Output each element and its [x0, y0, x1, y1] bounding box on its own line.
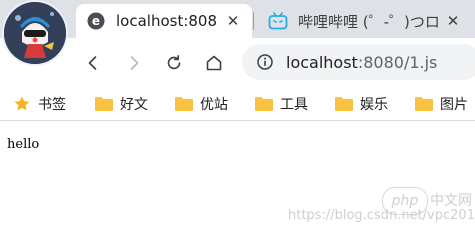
- svg-text:e: e: [92, 14, 100, 28]
- url-path: :8080/1.js: [357, 52, 438, 72]
- bookmark-label: 娱乐: [360, 97, 388, 113]
- bilibili-tv-icon: [268, 11, 288, 31]
- bookmark-label: 工具: [280, 97, 308, 113]
- edge-favicon-icon: e: [86, 11, 106, 31]
- bookmark-label: 优站: [200, 97, 228, 113]
- bookmark-folder-youzhan[interactable]: 优站: [174, 92, 228, 116]
- address-bar[interactable]: localhost:8080/1.js: [242, 44, 475, 80]
- folder-icon: [414, 96, 434, 112]
- bookmark-label: 好文: [120, 97, 148, 113]
- bookmark-folder-yule[interactable]: 娱乐: [334, 92, 388, 116]
- folder-icon: [254, 96, 274, 112]
- browser-toolbar: localhost:8080/1.js: [0, 38, 475, 88]
- url-text[interactable]: localhost:8080/1.js: [286, 53, 437, 72]
- bookmark-folder-haowen[interactable]: 好文: [94, 92, 148, 116]
- back-arrow-icon[interactable]: [80, 50, 106, 76]
- folder-icon: [334, 96, 354, 112]
- profile-avatar[interactable]: [4, 2, 66, 64]
- close-icon[interactable]: ✕: [444, 12, 462, 30]
- info-icon[interactable]: [256, 53, 274, 71]
- reload-icon[interactable]: [161, 50, 187, 76]
- home-icon[interactable]: [201, 50, 227, 76]
- watermark-site-text: 中文网: [430, 193, 472, 209]
- folder-icon: [174, 96, 194, 112]
- tab-strip: e localhost:8080/1.js ✕ 哔哩哔哩 (゜-゜)つロ 干杯~…: [0, 0, 475, 38]
- toolbar-divider: [0, 120, 475, 121]
- bookmark-folder-gongju[interactable]: 工具: [254, 92, 308, 116]
- close-icon[interactable]: ✕: [224, 12, 242, 30]
- folder-icon: [94, 96, 114, 112]
- bookmark-folder-tupian[interactable]: 图片: [414, 92, 468, 116]
- page-body-text: hello: [7, 137, 40, 152]
- tab-title: 哔哩哔哩 (゜-゜)つロ 干杯~-bilibili: [298, 12, 438, 31]
- bookmark-label: 图片: [440, 97, 468, 113]
- tab-separator: [253, 12, 254, 30]
- bookmarks-bar: 书签 好文 优站 工具 娱乐 图片: [0, 88, 475, 120]
- bookmark-shuqian[interactable]: 书签: [12, 92, 66, 116]
- forward-arrow-icon[interactable]: [121, 50, 147, 76]
- url-host: localhost: [286, 52, 358, 72]
- tab-bilibili[interactable]: 哔哩哔哩 (゜-゜)つロ 干杯~-bilibili ✕: [258, 4, 475, 38]
- bookmark-label: 书签: [38, 97, 66, 113]
- watermark-url: https://blog.csdn.net/vpc2018: [288, 208, 475, 223]
- tab-title: localhost:8080/1.js: [116, 12, 218, 30]
- star-icon: [12, 96, 32, 112]
- tab-localhost[interactable]: e localhost:8080/1.js ✕: [76, 4, 252, 38]
